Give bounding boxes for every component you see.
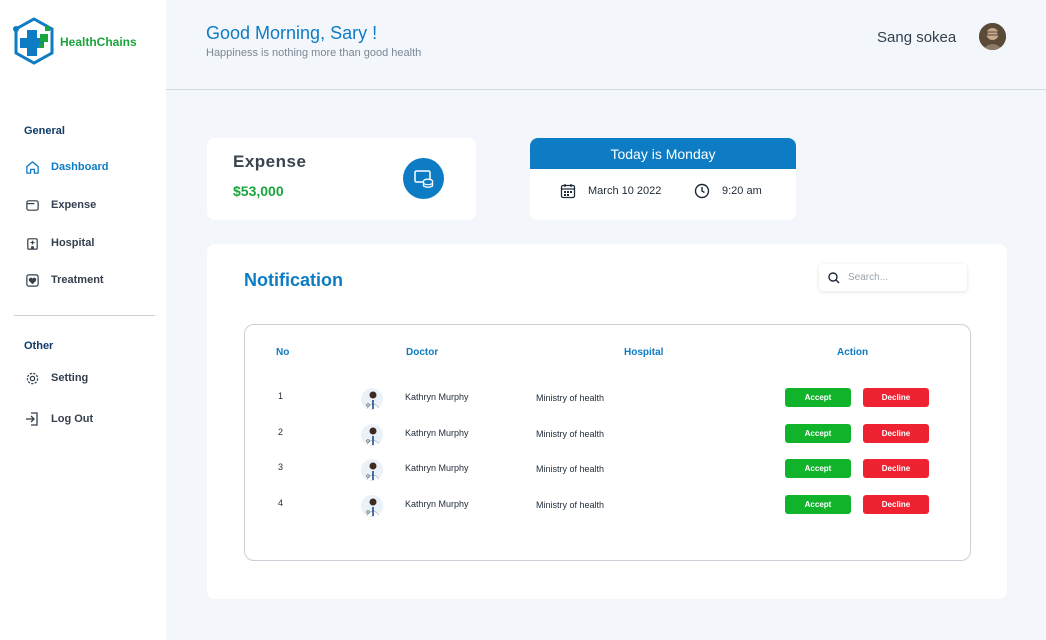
expense-card: Expense $53,000 — [207, 138, 476, 220]
table-row: 3 Kathryn Murphy Ministry of health Acce… — [245, 459, 970, 483]
today-title: Today is Monday — [530, 138, 796, 169]
gear-icon — [24, 370, 40, 386]
doctor-avatar — [361, 388, 383, 410]
hospital-name: Ministry of health — [536, 429, 605, 439]
doctor-avatar-icon — [365, 462, 381, 481]
heart-monitor-icon — [24, 272, 40, 288]
sidebar: HealthChains General Dashboard Expense H… — [0, 0, 166, 640]
greeting-title: Good Morning, Sary ! — [206, 23, 378, 43]
clock-icon — [694, 183, 710, 199]
sidebar-item-hospital[interactable]: Hospital — [24, 233, 94, 253]
hospital-name: Ministry of health — [536, 393, 605, 403]
avatar[interactable] — [979, 23, 1006, 50]
column-header-action: Action — [837, 347, 869, 358]
general-section-title: General — [24, 125, 65, 137]
table-row: 2 Kathryn Murphy Ministry of health Acce… — [245, 424, 970, 448]
decline-button[interactable]: Decline — [863, 424, 929, 443]
notification-panel: Notification No Doctor Hospital Action 1… — [207, 244, 1007, 599]
row-number: 1 — [278, 391, 284, 401]
sidebar-item-expense[interactable]: Expense — [24, 195, 96, 215]
wallet-icon — [24, 197, 40, 213]
sidebar-item-label: Dashboard — [51, 161, 109, 173]
today-card: Today is Monday March 10 2022 9:20 am — [530, 138, 796, 220]
doctor-name: Kathryn Murphy — [405, 499, 469, 509]
row-number: 2 — [278, 427, 284, 437]
notification-table: No Doctor Hospital Action 1 Kathryn Murp… — [244, 324, 971, 561]
accept-button[interactable]: Accept — [785, 459, 851, 478]
doctor-avatar — [361, 495, 383, 517]
healthchains-logo-icon — [13, 17, 54, 65]
home-icon — [24, 159, 40, 175]
sidebar-item-setting[interactable]: Setting — [24, 368, 88, 388]
app-logo[interactable]: HealthChains — [12, 16, 137, 68]
table-row: 4 Kathryn Murphy Ministry of health Acce… — [245, 495, 970, 519]
column-header-no: No — [276, 347, 290, 358]
date-display: March 10 2022 — [560, 183, 661, 199]
doctor-avatar — [361, 459, 383, 481]
sidebar-item-dashboard[interactable]: Dashboard — [24, 157, 108, 177]
sidebar-item-treatment[interactable]: Treatment — [24, 270, 104, 290]
doctor-avatar-icon — [365, 498, 381, 517]
decline-button[interactable]: Decline — [863, 495, 929, 514]
user-avatar-icon — [979, 23, 1006, 50]
expense-value: $53,000 — [233, 183, 284, 199]
time-display: 9:20 am — [694, 183, 762, 199]
sidebar-item-label: Log Out — [51, 413, 94, 425]
hospital-name: Ministry of health — [536, 464, 605, 474]
decline-button[interactable]: Decline — [863, 388, 929, 407]
sidebar-item-label: Hospital — [51, 237, 95, 249]
sidebar-item-label: Treatment — [51, 274, 104, 286]
accept-button[interactable]: Accept — [785, 388, 851, 407]
greeting-subtitle: Happiness is nothing more than good heal… — [206, 47, 422, 59]
doctor-avatar-icon — [365, 427, 381, 446]
search-box[interactable] — [819, 264, 967, 291]
page-header: Good Morning, Sary ! Happiness is nothin… — [166, 0, 1046, 90]
notification-title: Notification — [244, 270, 343, 290]
user-name[interactable]: Sang sokea — [877, 29, 956, 46]
calendar-icon — [560, 184, 576, 199]
expense-button[interactable] — [403, 158, 444, 199]
column-header-hospital: Hospital — [624, 347, 664, 358]
row-number: 3 — [278, 462, 284, 472]
app-name: HealthChains — [60, 35, 137, 49]
expense-title: Expense — [233, 152, 307, 171]
doctor-avatar-icon — [365, 391, 381, 410]
hospital-icon — [24, 235, 40, 251]
table-row: 1 Kathryn Murphy Ministry of health Acce… — [245, 388, 970, 412]
row-number: 4 — [278, 498, 284, 508]
sidebar-divider — [14, 315, 155, 316]
date-text: March 10 2022 — [588, 185, 662, 197]
column-header-doctor: Doctor — [406, 347, 439, 358]
doctor-avatar — [361, 424, 383, 446]
hospital-name: Ministry of health — [536, 500, 605, 510]
database-icon — [413, 169, 433, 188]
accept-button[interactable]: Accept — [785, 495, 851, 514]
time-text: 9:20 am — [722, 185, 762, 197]
doctor-name: Kathryn Murphy — [405, 392, 469, 402]
search-icon — [828, 271, 840, 283]
search-input[interactable] — [848, 272, 958, 283]
accept-button[interactable]: Accept — [785, 424, 851, 443]
doctor-name: Kathryn Murphy — [405, 463, 469, 473]
doctor-name: Kathryn Murphy — [405, 428, 469, 438]
sidebar-item-label: Expense — [51, 199, 97, 211]
decline-button[interactable]: Decline — [863, 459, 929, 478]
sidebar-item-logout[interactable]: Log Out — [24, 409, 93, 429]
other-section-title: Other — [24, 340, 54, 352]
logout-icon — [24, 411, 40, 427]
sidebar-item-label: Setting — [51, 372, 89, 384]
